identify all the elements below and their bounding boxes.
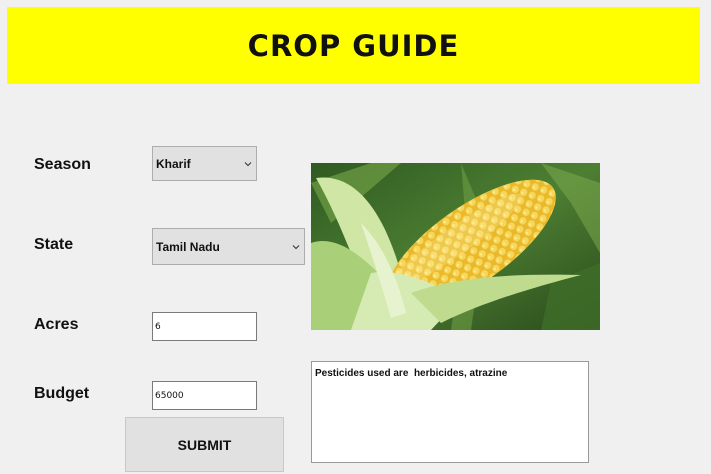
state-select-value: Tamil Nadu [156,239,220,254]
acres-input-value: 6 [155,321,161,332]
result-text: Pesticides used are herbicides, atrazine [315,368,508,379]
acres-input[interactable]: 6 [152,312,257,341]
state-select[interactable]: Tamil Nadu [152,228,305,265]
season-label: Season [34,156,91,173]
budget-label: Budget [34,385,90,402]
corn-illustration [311,163,600,330]
budget-input[interactable]: 65000 [152,381,257,410]
chevron-down-icon [292,244,300,249]
acres-label: Acres [34,316,79,333]
page-title: CROP GUIDE [247,28,460,63]
budget-input-value: 65000 [155,390,184,401]
season-select[interactable]: Kharif [152,146,257,181]
submit-button[interactable]: SUBMIT [125,417,284,472]
crop-image [311,163,600,330]
chevron-down-icon [244,161,252,166]
season-select-value: Kharif [156,156,191,171]
state-label: State [34,236,74,253]
submit-button-label: SUBMIT [177,436,232,453]
header-banner: CROP GUIDE [7,7,700,84]
result-textarea[interactable]: Pesticides used are herbicides, atrazine [311,361,589,463]
